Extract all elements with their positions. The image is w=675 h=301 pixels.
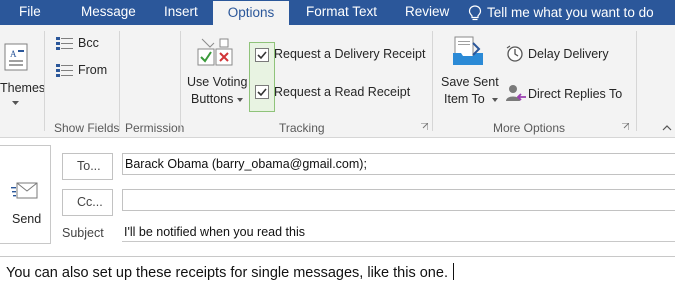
tab-message[interactable]: Message [81,0,136,25]
group-divider [636,31,637,131]
subject-field[interactable]: I'll be notified when you read this [124,225,305,239]
from-button[interactable]: From [54,62,114,80]
save-sent-label-line1: Save Sent [441,75,499,89]
tracking-group-label: Tracking [279,121,325,135]
lightbulb-icon [468,4,482,20]
chevron-down-icon [492,98,498,102]
voting-label-line1: Use Voting [187,75,248,89]
direct-replies-to-button[interactable]: Direct Replies To [505,83,645,105]
bcc-button[interactable]: Bcc [54,35,114,53]
themes-label: Themes [0,81,46,95]
chevron-down-icon [237,98,243,102]
body-text: You can also set up these receipts for s… [6,265,448,281]
send-label: Send [12,212,42,226]
themes-button[interactable]: A Themes [0,31,45,111]
save-sent-label-line2: Item To [444,92,485,106]
cc-field[interactable] [122,189,675,211]
checkmark-icon [257,51,267,60]
voting-ballot-icon [197,38,233,66]
dialog-launcher-icon[interactable] [622,123,629,130]
group-divider [119,31,120,131]
to-button[interactable]: To... [62,153,113,180]
permission-group-label: Permission [125,121,185,135]
delay-delivery-label: Delay Delivery [528,47,609,61]
body-text-line: You can also set up these receipts for s… [6,263,454,281]
bcc-label: Bcc [78,36,99,50]
group-divider [44,31,45,131]
from-field-icon [56,64,73,77]
read-receipt-checkbox[interactable] [255,85,269,99]
tell-me-search[interactable]: Tell me what you want to do [468,0,654,25]
from-label: From [78,63,108,77]
delivery-receipt-label[interactable]: Request a Delivery Receipt [274,47,425,61]
send-envelope-icon [11,182,38,199]
save-sent-item-to-button[interactable]: Save Sent Item To [437,31,499,119]
send-button[interactable]: Send [0,145,51,244]
group-divider [432,31,433,131]
tab-insert[interactable]: Insert [164,0,198,25]
text-cursor [452,263,454,280]
themes-icon: A [4,43,28,71]
delivery-receipt-checkbox[interactable] [255,48,269,62]
to-field[interactable]: Barack Obama (barry_obama@gmail.com); [122,153,675,175]
chevron-down-icon [12,101,19,105]
ribbon-options: A Themes Bcc From Show Fields Permission… [0,25,675,138]
voting-label-line2: Buttons [191,92,234,106]
tab-file[interactable]: File [19,0,41,25]
use-voting-buttons-button[interactable]: Use Voting Buttons [184,35,248,119]
ribbon-tab-bar: File Message Insert Options Format Text … [0,0,675,25]
subject-underline [122,241,675,242]
tab-review[interactable]: Review [405,0,449,25]
subject-label: Subject [62,226,104,240]
tab-options[interactable]: Options [213,1,289,25]
bcc-field-icon [56,37,73,50]
checkmark-icon [257,88,267,97]
save-sent-folder-icon [453,36,483,65]
tab-format-text[interactable]: Format Text [306,0,377,25]
message-body[interactable]: You can also set up these receipts for s… [0,256,675,301]
clock-icon [506,45,523,62]
delay-delivery-button[interactable]: Delay Delivery [505,44,645,64]
show-fields-group-label: Show Fields [54,121,120,135]
read-receipt-label[interactable]: Request a Read Receipt [274,85,410,99]
direct-replies-label: Direct Replies To [528,87,623,101]
direct-replies-icon [506,85,526,101]
more-options-group-label: More Options [493,121,566,135]
cc-button[interactable]: Cc... [62,189,113,216]
svg-text:A: A [10,49,17,59]
group-divider [180,31,181,131]
dialog-launcher-icon[interactable] [421,123,428,130]
tell-me-label: Tell me what you want to do [487,4,654,20]
collapse-ribbon-icon[interactable] [662,125,672,131]
